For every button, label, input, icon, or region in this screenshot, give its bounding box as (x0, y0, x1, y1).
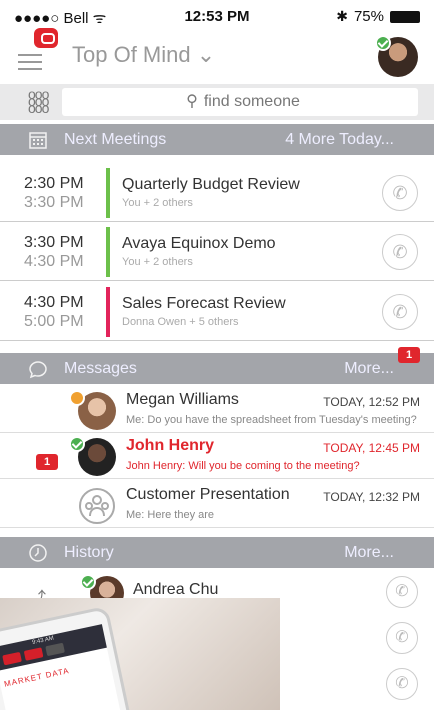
message-row[interactable]: Customer Presentation TODAY, 12:32 PM Me… (0, 483, 434, 528)
away-clock-icon (69, 390, 85, 406)
chat-bubble-icon (29, 361, 47, 379)
app-header: Top Of Mind ⌄ (0, 28, 434, 80)
message-sender: John Henry (126, 437, 215, 454)
search-icon: ⚲ (186, 93, 198, 110)
group-icon (79, 488, 115, 524)
meeting-row[interactable]: 4:30 PM 5:00 PM Sales Forecast Review Do… (0, 283, 434, 341)
phone-icon[interactable]: ✆ (386, 622, 418, 654)
meeting-row[interactable]: 2:30 PM 3:30 PM Quarterly Budget Review … (0, 164, 434, 222)
phone-icon[interactable]: ✆ (382, 234, 418, 270)
message-time: TODAY, 12:45 PM (323, 441, 420, 455)
phone-icon[interactable]: ✆ (386, 576, 418, 608)
meeting-title: Quarterly Budget Review (122, 176, 300, 193)
meeting-end: 5:00 PM (24, 313, 84, 330)
message-preview: Me: Here they are (126, 509, 215, 521)
phone-illustration: 9:43 AM MARKET DATA (0, 605, 131, 710)
view-selector[interactable]: Top Of Mind ⌄ (72, 42, 215, 68)
online-check-icon (375, 35, 391, 51)
meeting-status-strip (106, 287, 110, 337)
battery-percent: 75% (353, 8, 384, 25)
phone-icon[interactable]: ✆ (386, 668, 418, 700)
more-messages-link[interactable]: More... (344, 353, 394, 384)
battery-icon (390, 10, 420, 23)
meeting-attendees: Donna Owen + 5 others (122, 316, 239, 328)
message-time: TODAY, 12:52 PM (323, 395, 420, 409)
section-label: Messages (64, 360, 137, 377)
phone-icon[interactable]: ✆ (382, 294, 418, 330)
meeting-attendees: You + 2 others (122, 197, 193, 209)
messages-header: Messages More... 1 (0, 347, 434, 384)
section-label: Next Meetings (64, 131, 167, 148)
message-unread-badge: 1 (36, 454, 58, 470)
message-sender: Megan Williams (126, 391, 239, 408)
phone-icon[interactable]: ✆ (382, 175, 418, 211)
meeting-end: 4:30 PM (24, 253, 84, 270)
chat-bubble-badge-icon[interactable] (34, 28, 58, 48)
more-meetings-link[interactable]: 4 More Today... (285, 124, 394, 155)
message-row[interactable]: Megan Williams TODAY, 12:52 PM Me: Do yo… (0, 388, 434, 433)
meeting-title: Sales Forecast Review (122, 295, 286, 312)
search-placeholder: find someone (203, 93, 300, 110)
search-bar: ooo ooo ooo ⚲ find someone (0, 84, 434, 120)
online-check-icon (69, 436, 85, 452)
clock-icon (29, 544, 47, 562)
meeting-start: 4:30 PM (24, 294, 84, 311)
unread-badge: 1 (398, 347, 420, 363)
section-label: History (64, 544, 114, 561)
message-preview: John Henry: Will you be coming to the me… (126, 460, 360, 472)
meeting-row[interactable]: 3:30 PM 4:30 PM Avaya Equinox Demo You +… (0, 223, 434, 281)
meeting-start: 3:30 PM (24, 234, 84, 251)
meeting-status-strip (106, 168, 110, 218)
message-preview: Me: Do you have the spreadsheet from Tue… (126, 414, 417, 426)
meeting-status-strip (106, 227, 110, 277)
status-bar: ●●●●○ Bell ᯤ 12:53 PM ✱ 75% (0, 0, 434, 34)
history-header: History More... (0, 537, 434, 568)
online-check-icon (80, 574, 96, 590)
promo-market-label: MARKET DATA (3, 666, 71, 689)
meeting-attendees: You + 2 others (122, 256, 193, 268)
battery-status: ✱ 75% (336, 8, 420, 25)
more-history-link[interactable]: More... (344, 537, 394, 568)
meeting-end: 3:30 PM (24, 194, 84, 211)
meeting-start: 2:30 PM (24, 175, 84, 192)
search-input[interactable]: ⚲ find someone (62, 88, 418, 116)
message-sender: Customer Presentation (126, 486, 290, 503)
next-meetings-header: Next Meetings 4 More Today... (0, 124, 434, 155)
message-time: TODAY, 12:32 PM (323, 490, 420, 504)
meeting-title: Avaya Equinox Demo (122, 235, 276, 252)
promo-overlay-image: 9:43 AM MARKET DATA (0, 598, 280, 710)
dialpad-icon[interactable]: ooo ooo ooo (28, 87, 49, 115)
message-row[interactable]: 1 John Henry TODAY, 12:45 PM John Henry:… (0, 434, 434, 479)
bluetooth-icon: ✱ (336, 8, 348, 24)
my-avatar[interactable] (375, 35, 418, 77)
history-contact-name: Andrea Chu (133, 581, 219, 598)
calendar-icon (29, 132, 47, 149)
menu-button[interactable] (18, 54, 42, 70)
